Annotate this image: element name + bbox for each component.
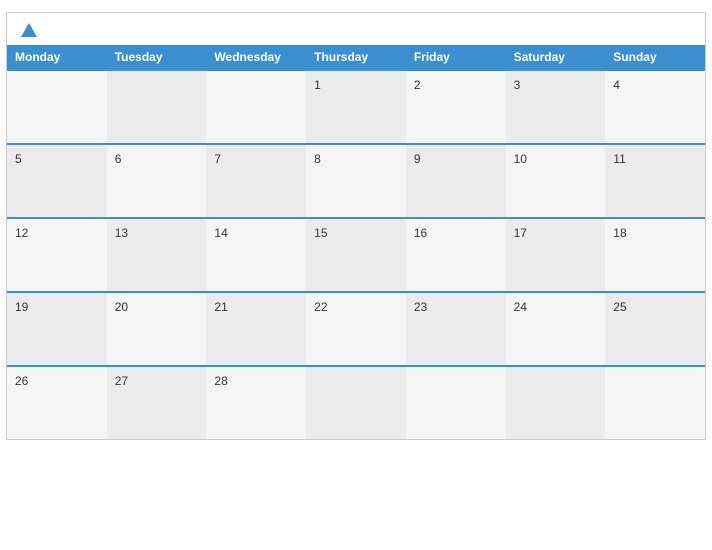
cell-number: 19 [15, 300, 28, 314]
calendar-header [7, 13, 705, 45]
cell-number: 24 [514, 300, 527, 314]
cell-number: 8 [314, 152, 321, 166]
calendar-cell: 12 [7, 219, 107, 291]
calendar-cell [506, 367, 606, 439]
calendar-cell: 19 [7, 293, 107, 365]
calendar-cell [306, 367, 406, 439]
cell-number: 14 [214, 226, 227, 240]
cell-number: 9 [414, 152, 421, 166]
calendar-cell: 1 [306, 71, 406, 143]
day-name-tuesday: Tuesday [107, 45, 207, 69]
day-name-monday: Monday [7, 45, 107, 69]
calendar-cell: 20 [107, 293, 207, 365]
cell-number: 18 [613, 226, 626, 240]
cell-number: 6 [115, 152, 122, 166]
calendar-week-4: 19 20 21 22 23 24 25 [7, 291, 705, 365]
cell-number: 11 [613, 152, 625, 166]
calendar-week-3: 12 13 14 15 16 17 18 [7, 217, 705, 291]
calendar-cell: 4 [605, 71, 705, 143]
calendar-cell: 8 [306, 145, 406, 217]
cell-number: 26 [15, 374, 28, 388]
cell-number: 3 [514, 78, 521, 92]
cell-number: 1 [314, 78, 321, 92]
calendar-cell: 23 [406, 293, 506, 365]
day-name-saturday: Saturday [506, 45, 606, 69]
cell-number: 28 [214, 374, 227, 388]
cell-number: 21 [214, 300, 227, 314]
calendar-week-5: 26 27 28 [7, 365, 705, 439]
calendar-cell: 18 [605, 219, 705, 291]
calendar-cell: 3 [506, 71, 606, 143]
cell-number: 7 [214, 152, 221, 166]
day-name-sunday: Sunday [605, 45, 705, 69]
cell-number: 16 [414, 226, 427, 240]
cell-number: 22 [314, 300, 327, 314]
cell-number: 15 [314, 226, 327, 240]
day-name-thursday: Thursday [306, 45, 406, 69]
calendar-grid: 1234567891011121314151617181920212223242… [7, 69, 705, 439]
calendar-cell [7, 71, 107, 143]
cell-number: 2 [414, 78, 421, 92]
calendar-cell: 5 [7, 145, 107, 217]
calendar-cell: 27 [107, 367, 207, 439]
calendar-week-2: 5 6 7 8 9 10 11 [7, 143, 705, 217]
calendar-cell: 15 [306, 219, 406, 291]
calendar-cell: 22 [306, 293, 406, 365]
calendar-cell [406, 367, 506, 439]
cell-number: 12 [15, 226, 28, 240]
cell-number: 27 [115, 374, 128, 388]
calendar-cell: 13 [107, 219, 207, 291]
cell-number: 17 [514, 226, 527, 240]
calendar-cell: 17 [506, 219, 606, 291]
cell-number: 10 [514, 152, 527, 166]
calendar-cell: 2 [406, 71, 506, 143]
calendar-cell: 21 [206, 293, 306, 365]
calendar-week-1: 1 2 3 4 [7, 69, 705, 143]
calendar-cell: 11 [605, 145, 705, 217]
calendar-cell: 6 [107, 145, 207, 217]
logo-blue-row [21, 23, 39, 37]
calendar-cell: 28 [206, 367, 306, 439]
logo [21, 23, 39, 37]
calendar-cell: 14 [206, 219, 306, 291]
cell-number: 23 [414, 300, 427, 314]
calendar-container: MondayTuesdayWednesdayThursdayFridaySatu… [6, 12, 706, 440]
calendar-cell [206, 71, 306, 143]
days-header: MondayTuesdayWednesdayThursdayFridaySatu… [7, 45, 705, 69]
calendar-cell [107, 71, 207, 143]
calendar-cell: 26 [7, 367, 107, 439]
day-name-wednesday: Wednesday [206, 45, 306, 69]
calendar-cell: 24 [506, 293, 606, 365]
calendar-cell: 9 [406, 145, 506, 217]
calendar-cell: 25 [605, 293, 705, 365]
cell-number: 13 [115, 226, 128, 240]
cell-number: 4 [613, 78, 620, 92]
cell-number: 25 [613, 300, 626, 314]
calendar-cell: 10 [506, 145, 606, 217]
calendar-cell [605, 367, 705, 439]
cell-number: 5 [15, 152, 22, 166]
calendar-cell: 16 [406, 219, 506, 291]
calendar-cell: 7 [206, 145, 306, 217]
logo-triangle-icon [21, 23, 37, 37]
day-name-friday: Friday [406, 45, 506, 69]
cell-number: 20 [115, 300, 128, 314]
